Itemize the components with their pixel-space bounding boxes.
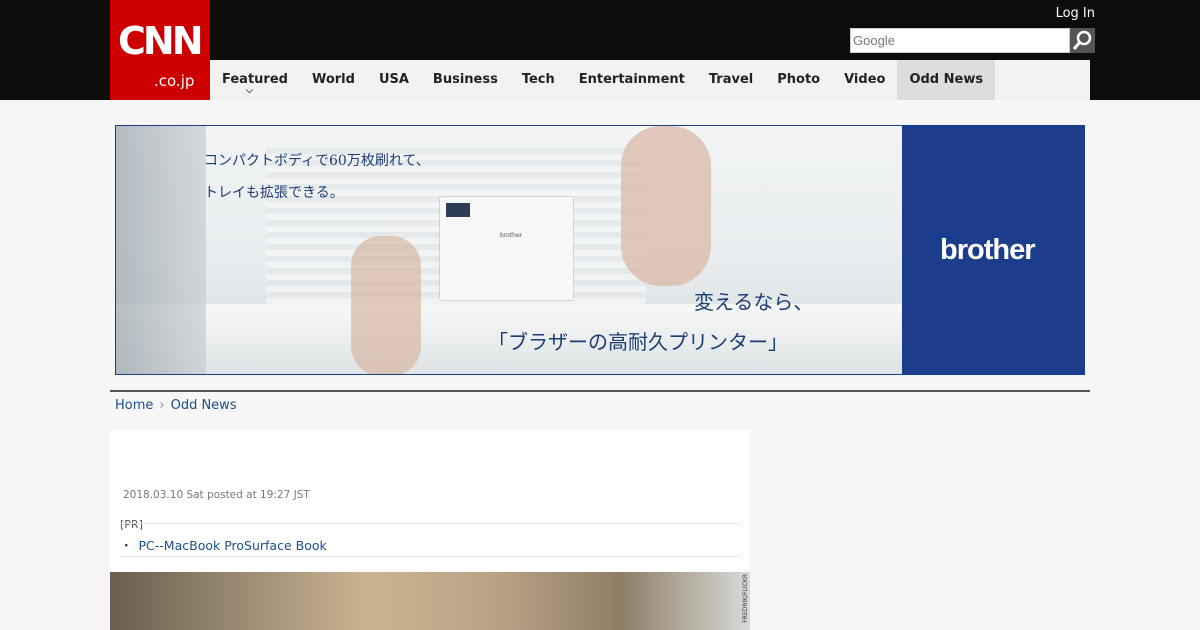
ad-hand-right: [621, 126, 711, 286]
nav-item-label: USA: [378, 72, 409, 87]
nav-item-label: Odd News: [909, 72, 984, 87]
nav-item-video[interactable]: Video: [832, 60, 897, 100]
logo-text: CNN: [118, 19, 203, 63]
nav-item-label: World: [311, 72, 355, 87]
nav-item-business[interactable]: Business: [421, 60, 510, 100]
ad-copy-line3: 変えるなら、: [694, 290, 814, 314]
article-date: 2018.03.10 Sat posted at 19:27 JST: [123, 489, 310, 501]
pr-item: ・ PC--MacBook ProSurface Book: [120, 535, 327, 554]
nav-item-label: Business: [432, 72, 498, 87]
pr-divider-top: [120, 523, 740, 524]
article-image: FREDRIK/FLICKR: [110, 572, 750, 630]
nav-item-odd-news[interactable]: Odd News: [897, 60, 996, 100]
nav-item-featured[interactable]: Featured ⌵: [210, 60, 300, 100]
main-nav: Featured ⌵ World USA Business Tech Enter…: [210, 60, 1090, 100]
ad-copy-line1: コンパクトボディで60万枚刷れて、: [204, 153, 430, 169]
search-button[interactable]: [1070, 28, 1095, 53]
ad-photo: brother コンパクトボディで60万枚刷れて、 トレイも拡張できる。 変える…: [116, 126, 902, 374]
nav-item-world[interactable]: World: [300, 60, 367, 100]
ad-hand-left: [351, 236, 421, 374]
search-icon: [1072, 30, 1092, 50]
pr-divider-bottom: [120, 556, 740, 557]
login-link[interactable]: Log In: [1056, 6, 1095, 21]
nav-item-label: Travel: [708, 72, 754, 87]
nav-item-usa[interactable]: USA: [367, 60, 421, 100]
nav-item-tech[interactable]: Tech: [510, 60, 567, 100]
breadcrumb-current[interactable]: Odd News: [171, 398, 237, 413]
nav-item-label: Tech: [521, 72, 555, 87]
image-credit: FREDRIK/FLICKR: [742, 574, 749, 623]
brother-logo: brother: [940, 234, 1035, 266]
ad-brand-panel: brother: [902, 126, 1084, 374]
pr-tag: [PR]: [120, 518, 143, 531]
nav-item-label: Video: [844, 72, 886, 87]
nav-item-label: Entertainment: [578, 72, 685, 87]
cnn-logo[interactable]: CNN .co.jp: [110, 0, 210, 100]
printer-screen: [446, 203, 470, 217]
chevron-right-icon: ›: [159, 398, 165, 413]
nav-item-entertainment[interactable]: Entertainment: [567, 60, 697, 100]
article-card: 2018.03.10 Sat posted at 19:27 JST [PR] …: [110, 430, 750, 630]
printer-image: brother: [439, 196, 574, 301]
search-input[interactable]: [850, 28, 1070, 53]
breadcrumb: Home › Odd News: [115, 398, 237, 413]
nav-item-travel[interactable]: Travel: [697, 60, 765, 100]
ad-copy-line4: 「ブラザーの高耐久プリンター」: [488, 330, 788, 354]
printer-brand: brother: [500, 232, 523, 239]
nav-item-photo[interactable]: Photo: [765, 60, 832, 100]
pr-bullet: ・: [120, 538, 133, 553]
breadcrumb-home[interactable]: Home: [115, 398, 153, 413]
ad-copy-line2: トレイも拡張できる。: [204, 185, 344, 201]
logo-subtext: .co.jp: [154, 72, 195, 90]
nav-item-label: Featured: [222, 72, 288, 87]
pr-link[interactable]: PC--MacBook ProSurface Book: [139, 538, 327, 553]
section-divider: [110, 390, 1090, 392]
nav-item-label: Photo: [777, 72, 821, 87]
ad-banner[interactable]: brother コンパクトボディで60万枚刷れて、 トレイも拡張できる。 変える…: [115, 125, 1085, 375]
top-bar: CNN .co.jp Log In Featured ⌵ World USA B…: [0, 0, 1200, 100]
ad-person: [116, 126, 206, 374]
chevron-down-icon: ⌵: [246, 86, 253, 96]
